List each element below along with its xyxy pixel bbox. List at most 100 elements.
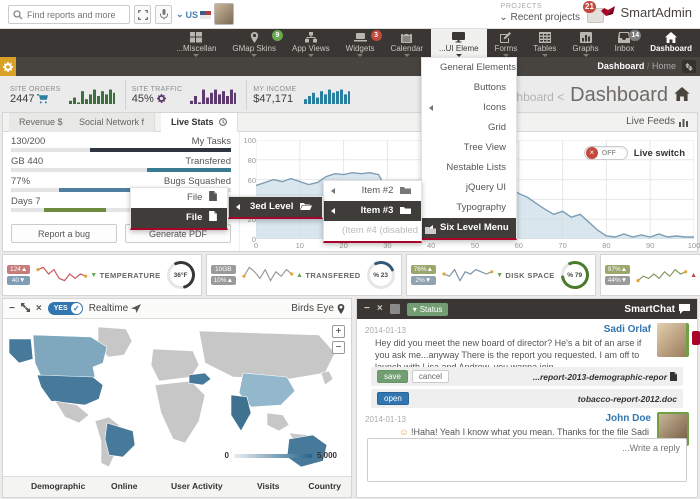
live-switch-label: Live switch [634, 148, 685, 159]
country-canada [33, 335, 107, 381]
server-load-sparkline [634, 262, 690, 288]
nav-item-tables[interactable]: Tables [525, 29, 564, 57]
menu-item-nestable-lists[interactable]: Nestable Lists [422, 158, 516, 178]
report-bug-button[interactable]: Report a bug [11, 224, 117, 243]
col-demographic[interactable]: Demographic [31, 481, 85, 491]
trend-icon: ▼ [496, 272, 503, 279]
realtime-toggle[interactable]: YES ✓ [48, 302, 83, 315]
microphone-icon [160, 9, 168, 20]
search-input[interactable] [27, 10, 119, 20]
submenu-caret-icon [236, 204, 240, 210]
refresh-widget-button[interactable] [682, 60, 696, 73]
recent-projects-dropdown[interactable]: ⌄ Recent projects [499, 12, 580, 23]
temperature-sparkline [34, 262, 90, 288]
calendar-icon [401, 32, 412, 43]
menu-item-3ed-level[interactable]: 3ed Level [229, 197, 322, 217]
map-zoom-in-button[interactable]: + [332, 325, 345, 338]
open-button[interactable]: open [377, 392, 409, 405]
gmap-badge: 9 [272, 30, 283, 41]
reply-box [367, 438, 687, 482]
menu-item-typography[interactable]: Typography [422, 198, 516, 218]
nav-item-widgets[interactable]: 3 Widgets [338, 29, 383, 57]
col-visits[interactable]: Visits [257, 481, 280, 491]
col-user-activity[interactable]: User Activity [171, 481, 223, 491]
voice-command-button[interactable] [155, 5, 172, 24]
col-country[interactable]: Country [308, 481, 341, 491]
swap-arrows-icon [685, 63, 693, 71]
nav-item-forms[interactable]: Forms [487, 29, 526, 57]
quick-stats-strip: SITE ORDERS 2447 SITE TRAFFIC 45% MY INC… [4, 80, 360, 110]
switch-state: OFF [602, 150, 616, 157]
save-button[interactable]: save [377, 370, 408, 383]
card-server-load: 97%▲44%▼ ▲SERVER LOAD % 33 [600, 254, 700, 296]
avatar-sadi[interactable] [657, 323, 689, 357]
attachment-filename[interactable]: ...report-2013-demographic-repor [533, 372, 677, 382]
search-icon [13, 10, 23, 20]
menu-item-buttons[interactable]: Buttons [422, 78, 516, 98]
gear-icon [157, 94, 166, 103]
nav-item-ui-elements[interactable]: ...UI Eleme [431, 29, 487, 57]
file-icon [209, 211, 217, 221]
close-icon[interactable]: × [36, 304, 42, 314]
tab-revenue[interactable]: Revenue $ [9, 113, 74, 132]
collapse-icon[interactable]: − [9, 304, 15, 314]
country-africa [155, 381, 205, 443]
menu-item-grid[interactable]: Grid [422, 118, 516, 138]
nav-item-graphs[interactable]: Graphs [564, 29, 606, 57]
language-selector[interactable]: ⌄ US [176, 9, 211, 20]
square-icon[interactable] [390, 304, 400, 314]
search-box[interactable] [8, 5, 130, 24]
world-map[interactable] [3, 321, 351, 469]
check-icon: ✓ [71, 303, 82, 314]
transfered-gauge: % 23 [365, 259, 397, 291]
close-icon[interactable]: × [377, 304, 383, 314]
menu-item-3[interactable]: Item #3 [324, 201, 421, 221]
fullscreen-button[interactable] [134, 5, 151, 24]
toggle-state: YES [54, 305, 68, 312]
status-dropdown[interactable]: ▾ Status [407, 303, 449, 316]
collapse-icon[interactable]: − [364, 304, 370, 314]
menu-item-2[interactable]: Item #2 [324, 181, 421, 201]
live-switch[interactable]: × OFF Live switch [584, 146, 685, 160]
ui-elements-dropdown: General Elements Buttons Icons Grid Tree… [421, 57, 517, 240]
map-zoom-out-button[interactable]: − [332, 341, 345, 354]
country-japan [321, 371, 333, 385]
nav-item-miscellaneous[interactable]: ...Miscellan [168, 29, 224, 57]
breadcrumb[interactable]: Dashboard / Home [597, 61, 676, 71]
badge: 124▲ [7, 265, 30, 274]
menu-item-six-level-menu[interactable]: Six Level Menu [422, 218, 516, 238]
expand-icon[interactable] [21, 303, 30, 315]
menu-item-jquery-ui[interactable]: jQuery UI [422, 178, 516, 198]
trend-icon: ▼ [90, 272, 97, 279]
message-sender[interactable]: Sadi Orlaf [604, 324, 651, 335]
nav-item-calendar[interactable]: Calendar [383, 29, 431, 57]
user-avatar[interactable] [214, 3, 234, 25]
projects-label: PROJECTS [501, 3, 542, 10]
message-sender[interactable]: John Doe [605, 413, 651, 424]
nav-item-inbox[interactable]: 14 Inbox [607, 29, 643, 57]
live-switch-toggle[interactable]: × OFF [584, 146, 628, 160]
menu-item-4-disabled: (Item #4 (disabled [324, 221, 421, 241]
attachment-filename[interactable]: tobacco-report-2012.doc [578, 394, 677, 404]
menu-item-tree-view[interactable]: Tree View [422, 138, 516, 158]
country-alaska [9, 339, 33, 363]
menu-item-file[interactable]: File [131, 188, 227, 208]
menu-item-file-active[interactable]: File [131, 208, 227, 228]
metric-transfered-bar [11, 168, 231, 172]
nav-item-dashboard[interactable]: Dashboard [642, 29, 700, 57]
menu-item-general-elements[interactable]: General Elements [422, 58, 516, 78]
sitemap-icon [305, 32, 317, 43]
layout-settings-button[interactable] [0, 57, 16, 76]
folder-icon [400, 186, 411, 194]
site-traffic-sparkbars [190, 87, 236, 104]
reply-input[interactable] [368, 439, 686, 481]
tab-social-network[interactable]: Social Network f [69, 113, 155, 132]
tab-live-stats[interactable]: Live Stats [161, 113, 238, 132]
menu-item-icons[interactable]: Icons [422, 98, 516, 118]
stat-cards-row: 124▲40▼ ▼TEMPERATURE 36°F 10GB10%▲ ▲TRAN… [2, 254, 698, 296]
nav-item-app-views[interactable]: App Views [284, 29, 338, 57]
cancel-button[interactable]: cancel [412, 370, 449, 383]
col-online[interactable]: Online [111, 481, 137, 491]
us-flag-icon [200, 11, 211, 19]
nav-item-gmap-skins[interactable]: 9 GMap Skins [224, 29, 284, 57]
